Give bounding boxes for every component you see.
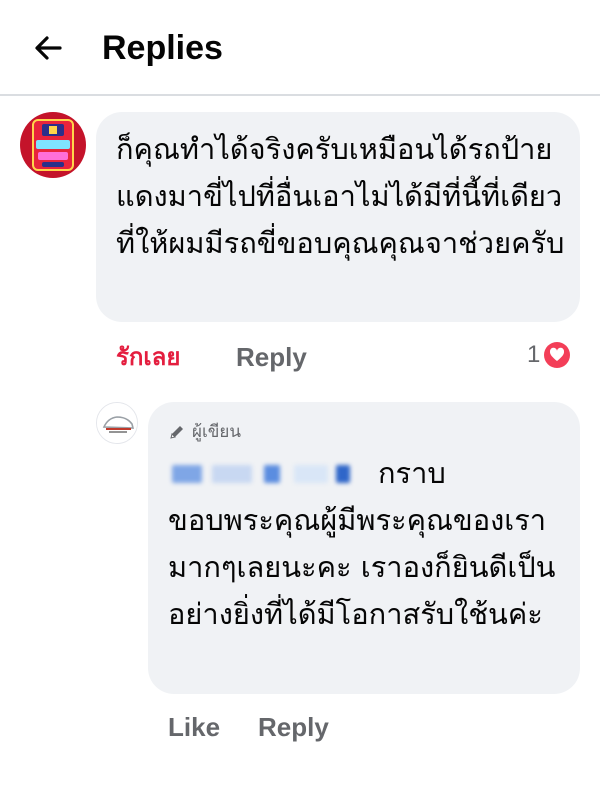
reply-reply-button[interactable]: Reply bbox=[258, 710, 329, 744]
comment-reaction-button[interactable]: รักเลย bbox=[116, 340, 180, 374]
pencil-icon bbox=[170, 425, 183, 439]
arrow-left-icon bbox=[35, 36, 62, 60]
author-badge-label: ผู้เขียน bbox=[192, 422, 241, 442]
page-avatar-car-logo bbox=[97, 403, 137, 443]
comment-text: ก็คุณทำได้จริงครับเหมือนได้รถป้ายแดงมาขี… bbox=[116, 132, 565, 260]
back-button[interactable] bbox=[26, 26, 70, 70]
reaction-summary[interactable]: 1 bbox=[527, 338, 571, 372]
commenter-avatar[interactable] bbox=[20, 112, 86, 178]
heart-icon bbox=[544, 342, 571, 368]
comment-reply-button[interactable]: Reply bbox=[236, 340, 307, 374]
comment-bubble[interactable]: ก็คุณทำได้จริงครับเหมือนได้รถป้ายแดงมาขี… bbox=[96, 112, 580, 322]
top-bar: Replies bbox=[0, 0, 600, 96]
author-badge: ผู้เขียน bbox=[168, 418, 241, 445]
reply-bubble[interactable]: ผู้เขียน กราบขอบพระคุณผู้มีพระคุณของเราม… bbox=[148, 402, 580, 694]
reaction-count: 1 bbox=[527, 341, 541, 368]
redacted-name bbox=[168, 459, 368, 487]
author-avatar[interactable] bbox=[96, 402, 138, 444]
reply-text: กราบขอบพระคุณผู้มีพระคุณของเรามากๆเลยนะค… bbox=[168, 450, 568, 638]
profile-avatar-red-logo bbox=[20, 112, 86, 178]
reply-like-button[interactable]: Like bbox=[168, 710, 220, 744]
page-title: Replies bbox=[102, 29, 223, 67]
